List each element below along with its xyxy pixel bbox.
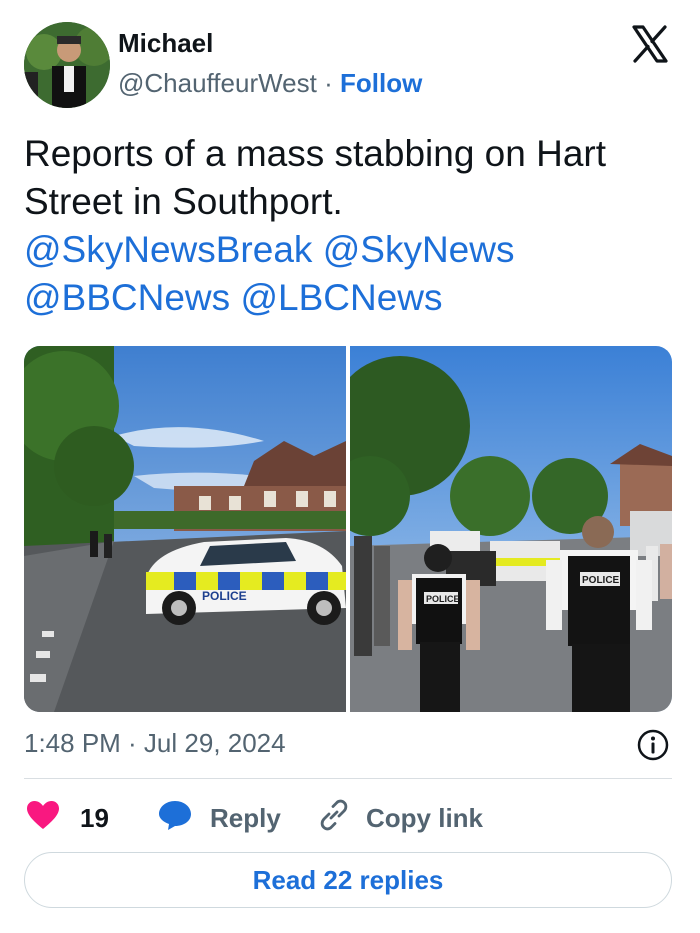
car-police-label: POLICE [202,589,247,603]
photo-police-car[interactable]: POLICE [24,346,346,712]
follow-button[interactable]: Follow [340,68,422,98]
copy-link-label: Copy link [366,802,484,833]
like-button[interactable]: 19 [26,798,109,838]
divider [24,778,672,779]
mention-link[interactable]: @LBCNews [240,277,442,318]
photo-police-officers[interactable]: POLICE POLICE [350,346,672,712]
tweet-text-line: Street in Southport. [24,181,343,222]
reply-bubble-icon [158,799,192,838]
tweet-text: Reports of a mass stabbing on Hart Stree… [24,130,684,226]
tweet-text-line: Reports of a mass stabbing on Hart [24,133,607,174]
author-handle[interactable]: @ChauffeurWest [118,68,317,98]
timestamp[interactable]: 1:48 PM · Jul 29, 2024 [24,728,286,759]
heart-icon [26,800,60,837]
info-icon[interactable] [636,728,670,762]
media-grid: POLICE POLICE POLICE [24,346,672,712]
reply-button[interactable]: Reply [158,798,281,838]
mention-link[interactable]: @BBCNews [24,277,230,318]
reply-label: Reply [210,802,281,833]
copy-link-button[interactable]: Copy link [318,798,483,838]
x-logo-icon[interactable] [630,24,670,64]
like-count: 19 [80,802,109,833]
vest-police-label: POLICE [426,594,460,604]
tweet-card: Michael @ChauffeurWest · Follow Reports … [0,0,700,933]
author-meta: @ChauffeurWest · Follow [118,68,422,99]
read-replies-button[interactable]: Read 22 replies [24,852,672,908]
link-icon [318,799,350,838]
separator-dot: · [324,68,333,98]
mention-link[interactable]: @SkyNewsBreak [24,229,312,270]
author-name[interactable]: Michael [118,28,213,59]
vest-police-label: POLICE [582,575,620,586]
mention-link[interactable]: @SkyNews [323,229,515,270]
avatar[interactable] [24,22,110,108]
mentions: @SkyNewsBreak @SkyNews @BBCNews @LBCNews [24,226,684,322]
